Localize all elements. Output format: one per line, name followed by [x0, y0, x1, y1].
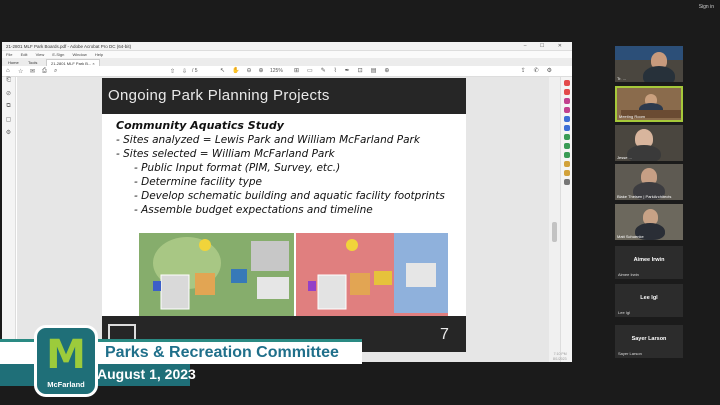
meeting-stage: Sign in 21-2801 MLF Park Boards.pdf - Ad… — [0, 0, 720, 405]
select-tools[interactable]: ↖✋⊖⊕ — [220, 67, 271, 74]
star-icon[interactable]: ☆ — [18, 68, 23, 75]
sub-bullet-item: - Determine facility type — [134, 176, 262, 188]
participant-name-tile[interactable]: Aimee Irwin Aimee Irwin — [615, 246, 683, 279]
left-nav-rail: ⎗ ⊘ ⧉ ▢ ⚙ — [2, 77, 16, 362]
participant-name-large: Lee Igl — [640, 295, 658, 301]
participant-name-tile[interactable]: Sayer Larson Sayer Larson — [615, 325, 683, 358]
participant-name: Aimee Irwin — [618, 272, 639, 277]
bullet-item: - Sites selected = William McFarland Par… — [116, 148, 335, 160]
home-icon[interactable]: ⌂ — [6, 68, 10, 74]
compress-icon[interactable] — [563, 134, 570, 140]
send-icon[interactable] — [563, 170, 570, 176]
right-tools-rail — [560, 77, 572, 362]
menu-edit[interactable]: Edit — [21, 52, 28, 57]
annotation-tools[interactable]: ⊞▭✎⌇✒⊡▤⊕ — [294, 67, 397, 74]
fill-sign-icon[interactable] — [563, 161, 570, 167]
search-icon[interactable]: ⌕ — [54, 68, 57, 75]
tab-tools[interactable]: Tools — [24, 59, 41, 66]
participant-tile[interactable]: Tr. ... — [615, 46, 683, 82]
edit-pdf-icon[interactable] — [563, 98, 570, 104]
comment-icon[interactable] — [563, 107, 570, 113]
page-thumb-icon[interactable]: ▢ — [2, 116, 15, 129]
menu-file[interactable]: File — [6, 52, 12, 57]
bullet-item: - Sites analyzed = Lewis Park and Willia… — [116, 134, 420, 146]
zoom-level[interactable]: 125% — [270, 68, 283, 74]
sub-bullet-item: - Develop schematic building and aquatic… — [134, 190, 445, 202]
sub-bullet-item: - Assemble budget expectations and timel… — [134, 204, 373, 216]
pdf-slide: Ongoing Park Planning Projects Community… — [102, 78, 466, 352]
participant-name: Matt Schuenke — [617, 234, 644, 239]
layers-icon[interactable]: ⧉ — [2, 103, 15, 116]
more-tools-icon[interactable] — [563, 179, 570, 185]
page-down-icon[interactable]: ⇩ — [182, 68, 187, 75]
menu-view[interactable]: View — [36, 52, 45, 57]
share-tools[interactable]: ⇪✆⚙ — [521, 67, 560, 74]
menu-help[interactable]: Help — [95, 52, 103, 57]
system-clock: 7:10 PM 8/1/2023 — [553, 352, 567, 361]
meeting-date: August 1, 2023 — [97, 366, 196, 382]
attachment-icon[interactable]: ⊘ — [2, 90, 15, 103]
bookmark-icon[interactable]: ⎗ — [2, 77, 15, 90]
combine-icon[interactable] — [563, 116, 570, 122]
participant-tile[interactable]: Matt Schuenke — [615, 204, 683, 240]
mail-icon[interactable]: ✉ — [30, 68, 35, 75]
participant-tile[interactable]: Jesse ... — [615, 125, 683, 161]
participant-tile-active[interactable]: Meeting Room — [615, 86, 683, 122]
participant-name: Meeting Room — [619, 114, 646, 119]
vertical-scrollbar[interactable] — [549, 77, 560, 362]
slide-heading: Community Aquatics Study — [116, 119, 284, 132]
committee-title: Parks & Recreation Committee — [105, 344, 339, 361]
scroll-thumb[interactable] — [552, 222, 557, 242]
redact-icon[interactable] — [563, 143, 570, 149]
toolbar: ⌂ ☆ ✉ ⎙ ⌕ ⇧ ⇩ / 5 ↖✋⊖⊕ 125% ⊞▭✎⌇✒⊡▤⊕ ⇪✆⚙ — [2, 66, 572, 77]
export-pdf-icon[interactable] — [563, 80, 570, 86]
participant-tile[interactable]: Blake Theisen | ParkArchitects — [615, 164, 683, 200]
create-pdf-icon[interactable] — [563, 89, 570, 95]
sign-in-link[interactable]: Sign in — [699, 4, 714, 10]
settings-icon[interactable]: ⚙ — [2, 129, 15, 142]
sub-bullet-item: - Public Input format (PIM, Survey, etc.… — [134, 162, 341, 174]
slide-body: Community Aquatics Study - Sites analyze… — [116, 119, 461, 217]
participant-name: Lee Igl — [618, 310, 631, 315]
tab-home[interactable]: Home — [4, 59, 23, 66]
window-titlebar: 21-2801 MLF Park Boards.pdf - Adobe Acro… — [2, 42, 572, 51]
page-up-icon[interactable]: ⇧ — [170, 68, 175, 75]
logo-text: McFarland — [47, 380, 85, 389]
protect-icon[interactable] — [563, 152, 570, 158]
page-indicator[interactable]: / 5 — [192, 68, 198, 74]
organize-icon[interactable] — [563, 125, 570, 131]
menu-esign[interactable]: E-Sign — [52, 52, 64, 57]
participant-name: Tr. ... — [617, 76, 626, 81]
print-icon[interactable]: ⎙ — [42, 68, 47, 75]
tab-bar: Home Tools 21-2801 MLF Park B... × — [2, 58, 572, 66]
menu-bar: File Edit View E-Sign Window Help — [2, 51, 572, 58]
window-title: 21-2801 MLF Park Boards.pdf - Adobe Acro… — [6, 44, 132, 49]
slide-page-number: 7 — [440, 326, 449, 343]
participant-name: Blake Theisen | ParkArchitects — [617, 194, 672, 199]
mcfarland-logo: M McFarland — [34, 325, 98, 397]
participant-name-large: Aimee Irwin — [633, 257, 665, 263]
slide-title: Ongoing Park Planning Projects — [108, 87, 330, 104]
window-controls[interactable]: – ☐ ✕ — [524, 43, 568, 49]
menu-window[interactable]: Window — [72, 52, 86, 57]
participant-name-tile[interactable]: Lee Igl Lee Igl — [615, 284, 683, 317]
participant-name: Jesse ... — [617, 155, 632, 160]
logo-letter: M — [46, 332, 86, 378]
participant-name: Sayer Larson — [618, 351, 642, 356]
tab-document[interactable]: 21-2801 MLF Park B... × — [46, 59, 100, 66]
participant-name-large: Sayer Larson — [631, 336, 667, 342]
